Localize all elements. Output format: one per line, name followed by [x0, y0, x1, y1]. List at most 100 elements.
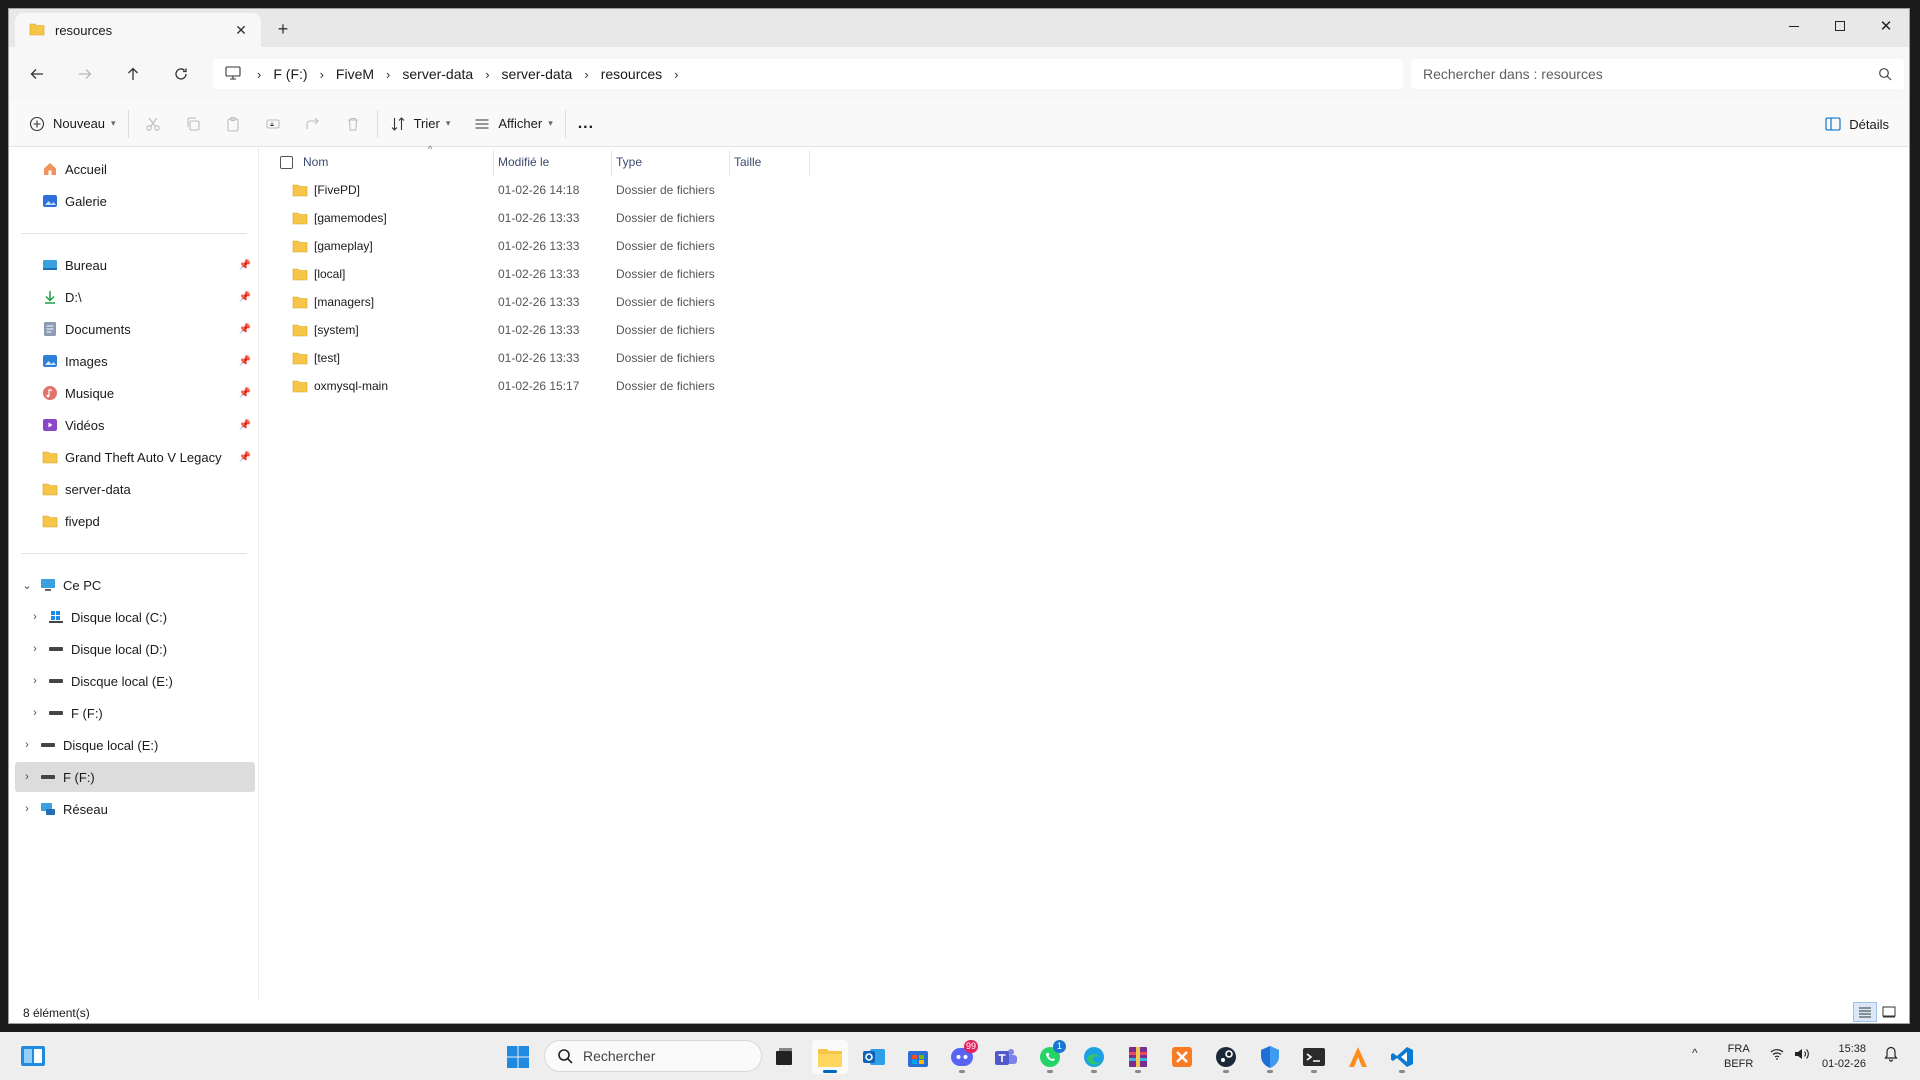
sidebar-item-network[interactable]: › Réseau	[15, 794, 255, 824]
taskbar-app-orange[interactable]	[1340, 1040, 1376, 1074]
chevron-right-icon[interactable]: ›	[27, 643, 43, 655]
taskbar-vscode[interactable]	[1384, 1040, 1420, 1074]
breadcrumb-item-drive[interactable]: F (F:)	[267, 66, 313, 82]
sidebar-item-disque-e[interactable]: › Disque local (E:)	[15, 730, 255, 760]
start-button[interactable]	[500, 1040, 536, 1074]
sidebar-item-f-selected[interactable]: › F (F:)	[15, 762, 255, 792]
sidebar-item-videos[interactable]: Vidéos 📌	[15, 410, 255, 440]
table-row[interactable]: oxmysql-main 01-02-26 15:17 Dossier de f…	[282, 372, 752, 400]
details-pane-button[interactable]: Détails	[1825, 108, 1889, 140]
copy-button[interactable]	[173, 108, 213, 140]
chevron-right-icon[interactable]: ›	[668, 67, 684, 82]
sidebar-item-this-pc[interactable]: ⌄ Ce PC	[15, 570, 255, 600]
chevron-right-icon[interactable]: ›	[314, 67, 330, 82]
sidebar-item-server-data[interactable]: server-data	[15, 474, 255, 504]
search-box[interactable]	[1411, 59, 1904, 89]
select-all-checkbox[interactable]	[280, 155, 293, 169]
tiles-view-button[interactable]	[1877, 1002, 1901, 1022]
taskbar-discord[interactable]: 99	[944, 1040, 980, 1074]
taskbar-store[interactable]	[900, 1040, 936, 1074]
column-header-name[interactable]: Nom ^	[280, 144, 494, 176]
chevron-right-icon[interactable]: ›	[19, 771, 35, 783]
table-row[interactable]: [test] 01-02-26 13:33 Dossier de fichier…	[282, 344, 752, 372]
pin-icon[interactable]: 📌	[239, 452, 251, 463]
cut-button[interactable]	[133, 108, 173, 140]
sidebar-item-drive-d[interactable]: › Disque local (D:)	[15, 634, 255, 664]
sidebar-item-music[interactable]: Musique 📌	[15, 378, 255, 408]
sidebar-item-gallery[interactable]: Galerie	[15, 186, 255, 216]
new-tab-button[interactable]: +	[271, 18, 295, 42]
chevron-up-icon[interactable]: ^	[1692, 1046, 1698, 1060]
breadcrumb-item-fivem[interactable]: FiveM	[330, 66, 380, 82]
sidebar-item-drive-c[interactable]: › Disque local (C:)	[15, 602, 255, 632]
sidebar-item-desktop[interactable]: Bureau 📌	[15, 250, 255, 280]
table-row[interactable]: [local] 01-02-26 13:33 Dossier de fichie…	[282, 260, 752, 288]
table-row[interactable]: [managers] 01-02-26 13:33 Dossier de fic…	[282, 288, 752, 316]
paste-button[interactable]	[213, 108, 253, 140]
sidebar-item-d-drive[interactable]: D:\ 📌	[15, 282, 255, 312]
tab-resources[interactable]: resources ✕	[15, 13, 261, 47]
details-view-button[interactable]	[1853, 1002, 1877, 1022]
tab-close-icon[interactable]: ✕	[231, 22, 251, 39]
column-divider[interactable]	[809, 150, 810, 176]
pin-icon[interactable]: 📌	[239, 260, 251, 271]
taskbar-steam[interactable]	[1208, 1040, 1244, 1074]
search-icon[interactable]	[1878, 67, 1892, 81]
taskbar-winrar[interactable]	[1120, 1040, 1156, 1074]
taskbar-teams[interactable]	[988, 1040, 1024, 1074]
back-button[interactable]	[23, 60, 51, 88]
breadcrumb-item-server-data-2[interactable]: server-data	[496, 66, 579, 82]
taskbar-file-explorer[interactable]	[812, 1040, 848, 1074]
taskbar-defender[interactable]	[1252, 1040, 1288, 1074]
pin-icon[interactable]: 📌	[239, 388, 251, 399]
delete-button[interactable]	[333, 108, 373, 140]
taskbar-search[interactable]: Rechercher	[544, 1040, 762, 1072]
chevron-right-icon[interactable]: ›	[19, 803, 35, 815]
rename-button[interactable]	[253, 108, 293, 140]
sidebar-item-drive-f[interactable]: › F (F:)	[15, 698, 255, 728]
column-header-size[interactable]: Taille	[730, 148, 810, 176]
new-button[interactable]: Nouveau ▾	[21, 108, 124, 140]
wifi-icon[interactable]	[1770, 1048, 1784, 1063]
clock[interactable]: 15:38 01-02-26	[1822, 1042, 1866, 1072]
pin-icon[interactable]: 📌	[239, 420, 251, 431]
sidebar-item-gta[interactable]: Grand Theft Auto V Legacy 📌	[15, 442, 255, 472]
sidebar-item-images[interactable]: Images 📌	[15, 346, 255, 376]
sidebar-item-fivepd[interactable]: fivepd	[15, 506, 255, 536]
table-row[interactable]: [FivePD] 01-02-26 14:18 Dossier de fichi…	[282, 176, 752, 204]
close-window-button[interactable]: ✕	[1863, 9, 1909, 43]
more-options-button[interactable]: ...	[570, 108, 602, 140]
widgets-button[interactable]	[20, 1044, 46, 1071]
search-input[interactable]	[1423, 66, 1878, 82]
volume-icon[interactable]	[1794, 1048, 1810, 1063]
view-button[interactable]: Afficher ▾	[466, 108, 560, 140]
pin-icon[interactable]: 📌	[239, 324, 251, 335]
forward-button[interactable]	[71, 60, 99, 88]
chevron-down-icon[interactable]: ⌄	[19, 579, 35, 592]
maximize-button[interactable]	[1817, 9, 1863, 43]
taskbar-outlook[interactable]	[856, 1040, 892, 1074]
chevron-right-icon[interactable]: ›	[27, 707, 43, 719]
taskbar-whatsapp[interactable]: 1	[1032, 1040, 1068, 1074]
sidebar-item-home[interactable]: Accueil	[15, 154, 255, 184]
table-row[interactable]: [system] 01-02-26 13:33 Dossier de fichi…	[282, 316, 752, 344]
chevron-right-icon[interactable]: ›	[19, 739, 35, 751]
input-language[interactable]: FRA BEFR	[1724, 1042, 1753, 1072]
up-button[interactable]	[119, 60, 147, 88]
pin-icon[interactable]: 📌	[239, 356, 251, 367]
table-row[interactable]: [gameplay] 01-02-26 13:33 Dossier de fic…	[282, 232, 752, 260]
taskbar-terminal[interactable]	[1296, 1040, 1332, 1074]
computer-icon[interactable]	[225, 65, 241, 83]
column-header-modified[interactable]: Modifié le	[494, 148, 612, 176]
chevron-right-icon[interactable]: ›	[27, 611, 43, 623]
taskbar-task-view[interactable]	[766, 1040, 802, 1074]
breadcrumb-item-server-data[interactable]: server-data	[396, 66, 479, 82]
notification-bell-icon[interactable]	[1884, 1046, 1898, 1065]
share-button[interactable]	[293, 108, 333, 140]
sidebar-item-drive-e[interactable]: › Discque local (E:)	[15, 666, 255, 696]
table-row[interactable]: [gamemodes] 01-02-26 13:33 Dossier de fi…	[282, 204, 752, 232]
column-header-type[interactable]: Type	[612, 148, 730, 176]
chevron-right-icon[interactable]: ›	[578, 67, 594, 82]
chevron-right-icon[interactable]: ›	[380, 67, 396, 82]
pin-icon[interactable]: 📌	[239, 292, 251, 303]
